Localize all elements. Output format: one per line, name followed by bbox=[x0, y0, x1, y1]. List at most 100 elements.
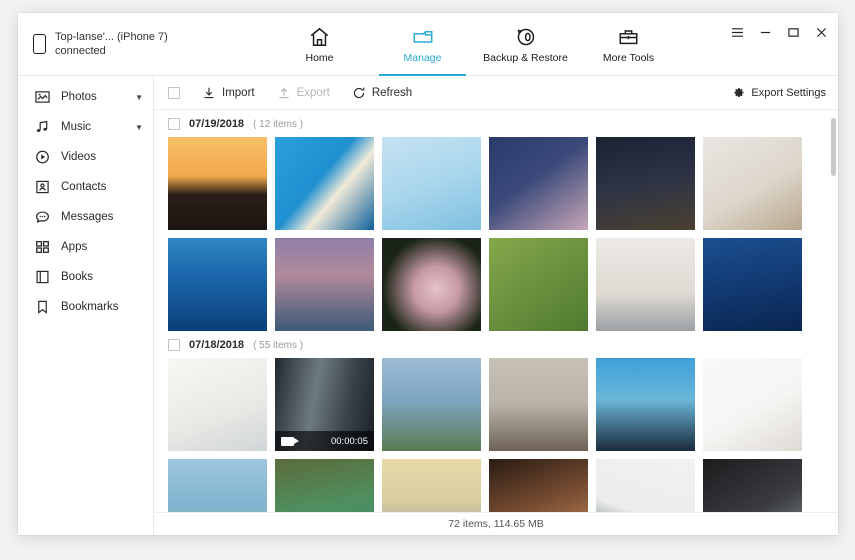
thumb-cat-held-photo[interactable] bbox=[703, 459, 802, 512]
date-group-header: 07/19/2018 ( 12 items ) bbox=[154, 110, 838, 137]
sidebar-item-apps[interactable]: Apps bbox=[18, 232, 153, 262]
tab-manage[interactable]: Manage bbox=[371, 13, 474, 76]
device-status: connected bbox=[55, 45, 106, 57]
sidebar-item-music[interactable]: Music ▼ bbox=[18, 112, 153, 142]
thumb-pendant-lamp-photo[interactable] bbox=[596, 459, 695, 512]
device-info: Top-lanse'... (iPhone 7) connected bbox=[33, 30, 168, 58]
date-group-checkbox[interactable] bbox=[168, 339, 180, 351]
thumb-family-portrait-photo[interactable] bbox=[489, 459, 588, 512]
date-group-label: 07/18/2018 bbox=[189, 339, 245, 351]
thumb-washing-hands-photo[interactable] bbox=[596, 238, 695, 331]
refresh-label: Refresh bbox=[371, 86, 413, 99]
sidebar-item-books-label: Books bbox=[61, 271, 93, 283]
window-controls bbox=[730, 25, 828, 39]
thumb-deer-snow-photo[interactable] bbox=[703, 137, 802, 230]
thumb-lake-mountain-photo[interactable] bbox=[382, 358, 481, 451]
photo-icon bbox=[35, 90, 50, 105]
date-group-checkbox[interactable] bbox=[168, 118, 180, 130]
thumb-pool-aerial-photo[interactable] bbox=[382, 137, 481, 230]
date-group-count: ( 55 items ) bbox=[253, 339, 304, 351]
tab-manage-label: Manage bbox=[403, 52, 442, 64]
sidebar-item-apps-label: Apps bbox=[61, 241, 88, 253]
minimize-icon[interactable] bbox=[758, 25, 772, 39]
date-group-label: 07/19/2018 bbox=[189, 118, 245, 130]
sidebar-item-contacts[interactable]: Contacts bbox=[18, 172, 153, 202]
import-label: Import bbox=[222, 86, 255, 99]
sidebar-item-contacts-label: Contacts bbox=[61, 181, 107, 193]
tab-backup-restore-label: Backup & Restore bbox=[483, 52, 568, 64]
export-icon bbox=[279, 87, 289, 98]
thumb-city-building-video[interactable]: 00:00:05 bbox=[275, 358, 374, 451]
refresh-icon bbox=[353, 87, 365, 98]
thumb-rice-terrace-photo[interactable] bbox=[489, 238, 588, 331]
chevron-down-icon[interactable]: ▼ bbox=[135, 123, 143, 132]
thumb-jumping-silhouette-photo[interactable] bbox=[596, 358, 695, 451]
phone-icon bbox=[33, 34, 46, 54]
thumb-cherry-blossom-photo[interactable] bbox=[489, 137, 588, 230]
book-icon bbox=[35, 270, 50, 285]
sidebar-item-bookmarks[interactable]: Bookmarks bbox=[18, 292, 153, 322]
select-all-checkbox[interactable] bbox=[168, 86, 180, 99]
tab-backup-restore[interactable]: Backup & Restore bbox=[474, 13, 577, 76]
photo-grid: 00:00:05 bbox=[154, 358, 838, 512]
thumb-beach-sunset-couple-photo[interactable] bbox=[382, 459, 481, 512]
sidebar-item-books[interactable]: Books bbox=[18, 262, 153, 292]
home-icon bbox=[308, 25, 331, 49]
toolbox-icon bbox=[617, 25, 640, 49]
chevron-down-icon[interactable]: ▼ bbox=[135, 93, 143, 102]
video-duration-bar: 00:00:05 bbox=[275, 431, 374, 451]
thumb-beluga-whale-photo[interactable] bbox=[168, 238, 267, 331]
thumb-lagoon-cliffs-photo[interactable] bbox=[275, 459, 374, 512]
tab-home-label: Home bbox=[305, 52, 334, 64]
export-button[interactable]: Export bbox=[277, 86, 330, 100]
menu-icon[interactable] bbox=[730, 25, 744, 39]
message-bubble-icon bbox=[35, 210, 50, 225]
export-settings-button[interactable]: Export Settings bbox=[732, 86, 826, 99]
tab-more-tools[interactable]: More Tools bbox=[577, 13, 680, 76]
title-bar: Top-lanse'... (iPhone 7) connected Home bbox=[18, 13, 838, 76]
folder-icon bbox=[411, 25, 435, 49]
thumb-dusk-bay-photo[interactable] bbox=[275, 238, 374, 331]
play-circle-icon bbox=[35, 150, 50, 165]
thumb-vatican-square-photo[interactable] bbox=[489, 358, 588, 451]
refresh-button[interactable]: Refresh bbox=[352, 86, 412, 100]
sidebar-item-videos[interactable]: Videos bbox=[18, 142, 153, 172]
export-label: Export bbox=[296, 86, 330, 99]
date-group-count: ( 12 items ) bbox=[253, 118, 304, 130]
video-duration-label: 00:00:05 bbox=[331, 435, 368, 447]
thumb-beach-boats-photo[interactable] bbox=[168, 459, 267, 512]
tab-home[interactable]: Home bbox=[268, 13, 371, 76]
sidebar-item-bookmarks-label: Bookmarks bbox=[61, 301, 119, 313]
backup-restore-icon bbox=[514, 25, 537, 49]
tab-more-tools-label: More Tools bbox=[602, 52, 655, 64]
status-bar: 72 items, 114.65 MB bbox=[154, 512, 838, 535]
sidebar-item-photos[interactable]: Photos ▼ bbox=[18, 82, 153, 112]
music-note-icon bbox=[35, 120, 50, 135]
status-summary: 72 items, 114.65 MB bbox=[448, 518, 544, 530]
thumb-sunset-coast-photo[interactable] bbox=[168, 137, 267, 230]
date-group-header: 07/18/2018 ( 55 items ) bbox=[154, 331, 838, 358]
app-window: Top-lanse'... (iPhone 7) connected Home bbox=[18, 13, 838, 535]
import-button[interactable]: Import bbox=[202, 86, 255, 100]
sidebar-item-videos-label: Videos bbox=[61, 151, 96, 163]
bookmark-icon bbox=[35, 300, 50, 315]
close-icon[interactable] bbox=[814, 25, 828, 39]
grid-apps-icon bbox=[35, 240, 50, 255]
device-text: Top-lanse'... (iPhone 7) connected bbox=[55, 30, 168, 58]
action-toolbar: Import Export Refresh Export Settings bbox=[154, 76, 838, 110]
thumb-ocean-waves-photo[interactable] bbox=[703, 238, 802, 331]
main-nav: Home Manage Backup & Restore More Tools bbox=[268, 13, 680, 76]
thumb-white-tshirt-photo[interactable] bbox=[703, 358, 802, 451]
thumb-living-room-photo[interactable] bbox=[168, 358, 267, 451]
contact-card-icon bbox=[35, 180, 50, 195]
sidebar-item-music-label: Music bbox=[61, 121, 92, 133]
photo-grid-scroll: 07/19/2018 ( 12 items ) 07/18/2018 (55 … bbox=[154, 110, 838, 512]
thumb-pool-sunbather-photo[interactable] bbox=[275, 137, 374, 230]
sidebar-item-messages[interactable]: Messages bbox=[18, 202, 153, 232]
thumb-night-alley-photo[interactable] bbox=[596, 137, 695, 230]
maximize-icon[interactable] bbox=[786, 25, 800, 39]
scrollbar-thumb[interactable] bbox=[831, 118, 836, 176]
sidebar-item-photos-label: Photos bbox=[61, 91, 97, 103]
grid-scrollbar[interactable] bbox=[831, 110, 836, 512]
thumb-flower-dark-photo[interactable] bbox=[382, 238, 481, 331]
